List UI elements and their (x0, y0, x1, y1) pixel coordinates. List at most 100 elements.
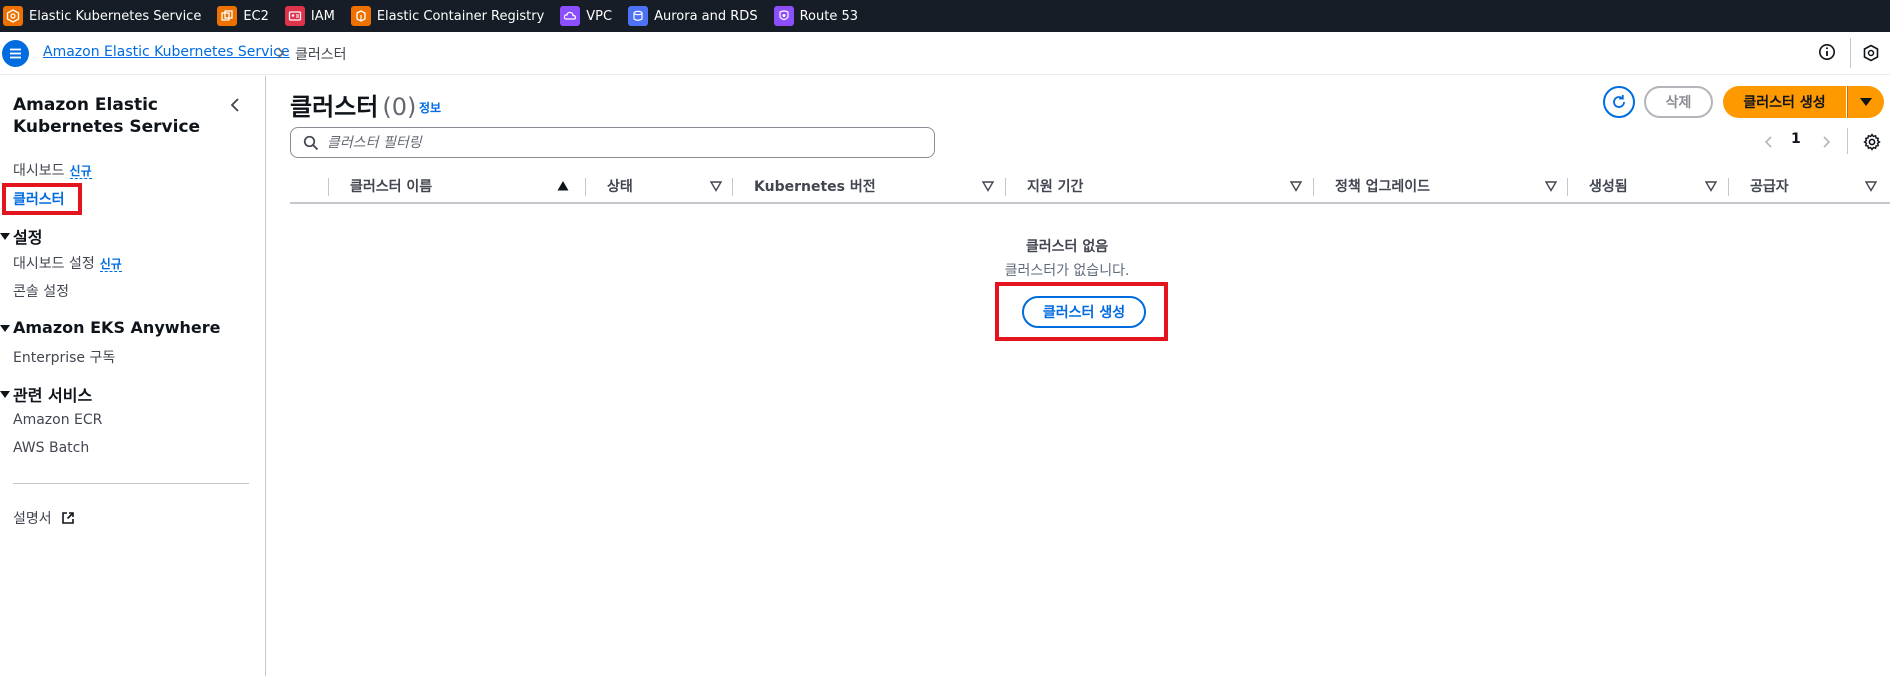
gear-icon[interactable] (1863, 133, 1881, 151)
column-header-provider[interactable]: 공급자 (1750, 170, 1789, 202)
favorite-label: Elastic Kubernetes Service (29, 8, 202, 24)
column-divider (732, 178, 733, 196)
search-icon (303, 135, 319, 150)
column-divider (1313, 178, 1314, 196)
nav-item-dashboard[interactable]: 대시보드 신규 (13, 160, 92, 180)
nav-section-label: 관련 서비스 (13, 386, 93, 405)
breadcrumb-current: 클러스터 (295, 47, 347, 63)
nav-title[interactable]: Amazon Elastic Kubernetes Service (13, 94, 223, 138)
nav-section-label: Amazon EKS Anywhere (13, 318, 221, 337)
column-divider (1005, 178, 1006, 196)
info-link[interactable]: 정보 (419, 99, 441, 116)
favorite-label: Route 53 (799, 8, 858, 24)
nav-item-label: 대시보드 설정 (13, 256, 95, 272)
side-menu-toggle-button[interactable] (2, 40, 29, 67)
side-navigation: Amazon Elastic Kubernetes Service 대시보드 신규… (0, 76, 266, 676)
nav-item-amazon-ecr[interactable]: Amazon ECR (13, 412, 102, 428)
delete-button[interactable]: 삭제 (1644, 86, 1713, 118)
page-title-text: 클러스터 (290, 93, 379, 121)
rds-icon (628, 6, 649, 26)
nav-item-console-settings[interactable]: 콘솔 설정 (13, 281, 69, 301)
page-number[interactable]: 1 (1791, 131, 1801, 147)
nav-section-label: 설정 (13, 228, 43, 247)
favorite-route53[interactable]: Route 53 (773, 0, 858, 32)
ecr-icon (350, 6, 371, 26)
favorite-ec2[interactable]: EC2 (217, 0, 269, 32)
vpc-icon (560, 6, 581, 26)
new-badge: 신규 (69, 164, 92, 179)
highlight-box-create-cluster (995, 282, 1168, 341)
nav-item-label: 대시보드 (13, 163, 65, 179)
favorite-label: EC2 (243, 8, 269, 24)
caret-down-icon (0, 391, 10, 398)
info-icon[interactable] (1818, 43, 1836, 61)
caret-down-icon (0, 324, 10, 332)
favorite-label: Aurora and RDS (654, 8, 758, 24)
divider (1847, 128, 1848, 154)
nav-divider (13, 483, 249, 484)
new-badge: 신규 (99, 257, 122, 272)
favorite-rds[interactable]: Aurora and RDS (628, 0, 758, 32)
column-divider (585, 178, 586, 196)
cluster-count: (0) (382, 93, 417, 121)
cluster-filter (290, 127, 935, 158)
sort-ascending-icon[interactable] (557, 180, 569, 192)
eks-icon (3, 6, 23, 26)
column-header-policy-upgrade[interactable]: 정책 업그레이드 (1335, 170, 1430, 202)
divider (1850, 38, 1851, 68)
external-link-icon (62, 512, 74, 524)
empty-state-text: 클러스터가 없습니다. (1004, 263, 1130, 279)
create-cluster-button[interactable]: 클러스터 생성 (1723, 86, 1846, 118)
route53-icon (773, 6, 794, 26)
create-cluster-dropdown-button[interactable] (1847, 86, 1884, 118)
nav-item-label: 설명서 (13, 511, 52, 527)
nav-item-documentation[interactable]: 설명서 (13, 508, 75, 528)
chevron-right-icon[interactable] (1819, 135, 1833, 149)
refresh-button[interactable] (1603, 86, 1635, 118)
breadcrumb-bar: Amazon Elastic Kubernetes Service 클러스터 (0, 32, 1890, 75)
favorite-eks[interactable]: Elastic Kubernetes Service (3, 0, 201, 32)
favorite-label: IAM (310, 8, 335, 24)
favorite-vpc[interactable]: VPC (560, 0, 612, 32)
column-header-created[interactable]: 생성됨 (1589, 170, 1628, 202)
column-divider (1567, 178, 1568, 196)
column-header-support-period[interactable]: 지원 기간 (1027, 170, 1083, 202)
main-content: 클러스터(0) 정보 삭제 클러스터 생성 1 클러스터 이름 상태 Kuber… (267, 76, 1890, 676)
hamburger-icon (10, 48, 21, 59)
nav-item-aws-batch[interactable]: AWS Batch (13, 440, 89, 456)
nav-section-related-services[interactable]: 관련 서비스 (0, 382, 92, 406)
ec2-icon (217, 6, 238, 26)
caret-down-icon (1860, 98, 1872, 106)
notifications-hexagon-icon[interactable] (1862, 44, 1880, 62)
nav-item-enterprise[interactable]: Enterprise 구독 (13, 347, 115, 367)
table-header: 클러스터 이름 상태 Kubernetes 버전 지원 기간 정책 업그레이드 … (290, 170, 1890, 204)
chevron-left-icon[interactable] (1762, 135, 1776, 149)
favorite-ecr[interactable]: Elastic Container Registry (350, 0, 545, 32)
sort-icon[interactable] (1290, 180, 1302, 192)
nav-section-settings[interactable]: 설정 (0, 224, 42, 248)
breadcrumb-root-link[interactable]: Amazon Elastic Kubernetes Service (43, 44, 290, 60)
nav-section-eks-anywhere[interactable]: Amazon EKS Anywhere (0, 318, 221, 337)
empty-state-title: 클러스터 없음 (1025, 239, 1109, 255)
highlight-box-clusters-nav (2, 183, 82, 215)
chevron-left-icon[interactable] (226, 96, 244, 114)
create-cluster-split-button: 클러스터 생성 (1723, 86, 1884, 118)
sort-icon[interactable] (1865, 180, 1877, 192)
sort-icon[interactable] (982, 180, 994, 192)
caret-down-icon (0, 233, 10, 240)
favorite-label: Elastic Container Registry (376, 8, 545, 24)
column-divider (328, 178, 329, 196)
column-header-cluster-name[interactable]: 클러스터 이름 (350, 170, 432, 202)
sort-icon[interactable] (1545, 180, 1557, 192)
column-header-status[interactable]: 상태 (607, 170, 633, 202)
iam-icon (284, 6, 305, 26)
refresh-icon (1613, 95, 1625, 108)
cluster-filter-input[interactable] (327, 134, 917, 151)
sort-icon[interactable] (1705, 180, 1717, 192)
sort-icon[interactable] (710, 180, 722, 192)
service-favorites-bar: Elastic Kubernetes Service EC2 IAM Elast… (0, 0, 1890, 32)
favorite-iam[interactable]: IAM (284, 0, 335, 32)
nav-item-dashboard-settings[interactable]: 대시보드 설정 신규 (13, 253, 122, 273)
column-header-kubernetes-version[interactable]: Kubernetes 버전 (754, 170, 876, 202)
page-title: 클러스터 (0) (290, 87, 416, 122)
